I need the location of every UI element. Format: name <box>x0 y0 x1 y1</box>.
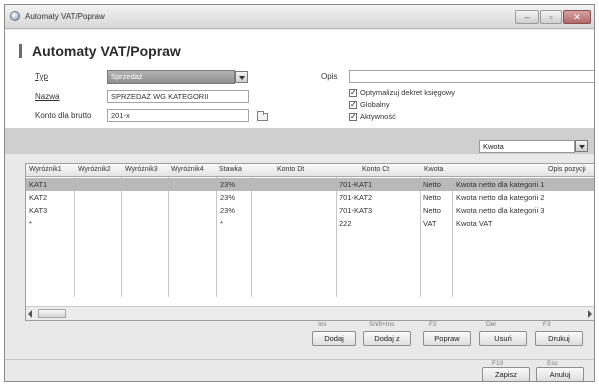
cell-opis: Kwota netto dla kategorii 1 <box>456 180 545 189</box>
drukuj-button[interactable]: Drukuj <box>535 331 583 346</box>
cell-kwota: VAT <box>423 219 437 228</box>
optymalizuj-checkbox[interactable] <box>349 88 357 97</box>
column-header[interactable]: Wyróżnik4 <box>171 166 204 173</box>
cell-stawka: 23% <box>220 206 236 215</box>
cell-opis: Kwota netto dla kategorii 2 <box>456 193 545 202</box>
opis-label: Opis <box>321 72 338 81</box>
nazwa-label: Nazwa <box>35 92 60 101</box>
page-title: Automaty VAT/Popraw <box>32 43 181 59</box>
column-header[interactable]: Stawka <box>219 166 242 173</box>
cell-stawka: 23% <box>220 193 236 202</box>
column-header[interactable]: Konto Dt <box>277 166 304 173</box>
cell-konto-ct: 222 <box>339 219 352 228</box>
app-icon <box>10 11 20 21</box>
aktywnosc-checkbox[interactable] <box>349 112 357 121</box>
positions-table: Wyróżnik1 Wyróżnik2 Wyróżnik3 Wyróżnik4 … <box>25 163 594 321</box>
column-header[interactable]: Opis pozycji <box>548 166 586 173</box>
konto-field[interactable]: 201-x <box>107 109 249 122</box>
cell-konto-ct: 701-KAT2 <box>339 193 373 202</box>
usun-button[interactable]: Usuń <box>479 331 527 346</box>
kwota-select[interactable]: Kwota <box>479 140 588 153</box>
typ-label: Typ <box>35 72 48 81</box>
cell-opis: Kwota VAT <box>456 219 493 228</box>
drukuj-key-hint: F3 <box>543 321 551 328</box>
table-header: Wyróżnik1 Wyróżnik2 Wyróżnik3 Wyróżnik4 … <box>26 164 594 177</box>
cell-konto-ct: 701-KAT3 <box>339 206 373 215</box>
scroll-left-icon[interactable] <box>28 310 32 318</box>
column-header[interactable]: Kwota <box>424 166 443 173</box>
column-header[interactable]: Wyróżnik3 <box>125 166 158 173</box>
nazwa-field-value: SPRZEDAŻ WG KATEGORII <box>111 92 209 101</box>
zapisz-button-label: Zapisz <box>494 370 518 379</box>
cell-kwota: Netto <box>423 193 441 202</box>
table-row[interactable]: KAT2 23% 701-KAT2 Netto Kwota netto dla … <box>26 191 594 204</box>
popraw-button-label: Popraw <box>434 334 460 343</box>
typ-select-value: Sprzedaż <box>111 72 143 81</box>
anuluj-button[interactable]: Anuluj <box>536 367 584 381</box>
close-button[interactable]: ✕ <box>563 10 591 24</box>
horizontal-scrollbar[interactable] <box>26 306 594 320</box>
title-accent <box>19 44 22 58</box>
usun-button-label: Usuń <box>494 334 512 343</box>
optymalizuj-label: Optymalizuj dekret księgowy <box>360 88 456 97</box>
nazwa-field[interactable]: SPRZEDAŻ WG KATEGORII <box>107 90 249 103</box>
dodaj-key-hint: Ins <box>318 321 327 328</box>
typ-select[interactable]: Sprzedaż <box>107 70 248 84</box>
cell-wyroznik1: KAT3 <box>29 206 48 215</box>
minimize-button[interactable]: – <box>515 10 539 24</box>
zapisz-key-hint: F10 <box>492 360 504 367</box>
scroll-right-icon[interactable] <box>588 310 592 318</box>
opis-field[interactable] <box>349 70 594 83</box>
popraw-button[interactable]: Popraw <box>423 331 471 346</box>
dodaj-z-key-hint: Shift+Ins <box>369 321 395 328</box>
scrollbar-thumb[interactable] <box>38 309 66 318</box>
dodaj-button-label: Dodaj <box>324 334 344 343</box>
dodaj-button[interactable]: Dodaj <box>312 331 356 346</box>
column-header[interactable]: Wyróżnik1 <box>29 166 62 173</box>
anuluj-button-label: Anuluj <box>549 370 571 379</box>
column-header[interactable]: Wyróżnik2 <box>78 166 111 173</box>
main-window: Automaty VAT/Popraw – ▫ ✕ Automaty VAT/P… <box>4 4 595 382</box>
cell-kwota: Netto <box>423 206 441 215</box>
table-row[interactable]: KAT3 23% 701-KAT3 Netto Kwota netto dla … <box>26 204 594 217</box>
cell-konto-ct: 701-KAT1 <box>339 180 373 189</box>
cell-wyroznik1: KAT2 <box>29 193 48 202</box>
drukuj-button-label: Drukuj <box>548 334 570 343</box>
folder-icon[interactable] <box>257 111 268 121</box>
maximize-button[interactable]: ▫ <box>540 10 562 24</box>
aktywnosc-label: Aktywność <box>360 112 396 121</box>
globalny-label: Globalny <box>360 100 390 109</box>
footer-divider <box>5 359 594 360</box>
cell-stawka: * <box>220 219 223 228</box>
cell-wyroznik1: KAT1 <box>29 180 48 189</box>
cell-wyroznik1: * <box>29 219 32 228</box>
konto-label: Konto dla brutto <box>35 111 92 120</box>
table-row[interactable]: * * 222 VAT Kwota VAT <box>26 217 594 230</box>
kwota-select-value: Kwota <box>483 142 504 151</box>
zapisz-button[interactable]: Zapisz <box>482 367 530 381</box>
window-title: Automaty VAT/Popraw <box>25 12 105 21</box>
dodaj-z-button[interactable]: Dodaj z <box>363 331 411 346</box>
cell-kwota: Netto <box>423 180 441 189</box>
globalny-checkbox[interactable] <box>349 100 357 109</box>
title-bar: Automaty VAT/Popraw – ▫ ✕ <box>5 5 594 29</box>
column-header[interactable]: Konto Ct <box>362 166 389 173</box>
chevron-down-icon[interactable] <box>235 71 248 83</box>
anuluj-key-hint: Esc <box>547 360 558 367</box>
table-row[interactable]: KAT1 23% 701-KAT1 Netto Kwota netto dla … <box>26 178 594 191</box>
chevron-down-icon[interactable] <box>575 140 588 152</box>
cell-opis: Kwota netto dla kategorii 3 <box>456 206 545 215</box>
dodaj-z-button-label: Dodaj z <box>374 334 400 343</box>
cell-stawka: 23% <box>220 180 236 189</box>
popraw-key-hint: F2 <box>429 321 437 328</box>
konto-field-value: 201-x <box>111 111 130 120</box>
usun-key-hint: Del <box>486 321 496 328</box>
